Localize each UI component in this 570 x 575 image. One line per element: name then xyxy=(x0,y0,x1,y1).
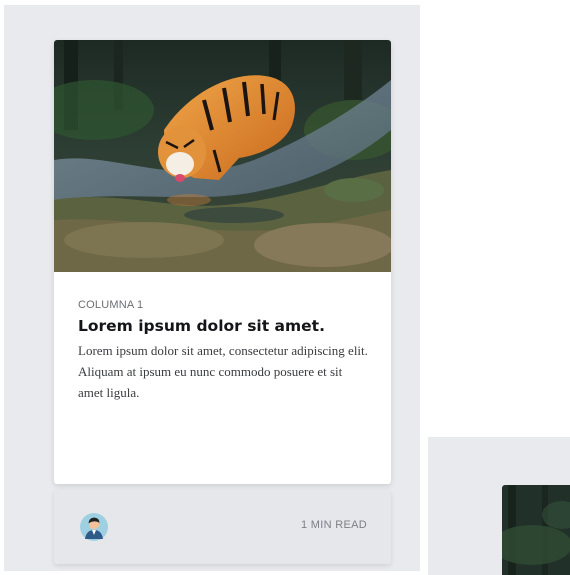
read-time: 1 MIN READ xyxy=(301,519,367,531)
card-image xyxy=(54,40,391,272)
article-card[interactable]: COLUMNA 1 Lorem ipsum dolor sit amet. Lo… xyxy=(54,40,391,484)
card-category: COLUMNA 1 xyxy=(78,299,144,311)
card-image-partial[interactable] xyxy=(502,485,570,575)
tiger-photo-icon xyxy=(502,485,570,575)
card-title[interactable]: Lorem ipsum dolor sit amet. xyxy=(78,317,369,335)
tiger-photo-icon xyxy=(54,40,391,272)
card-footer: 1 MIN READ xyxy=(54,490,391,564)
card-description: Lorem ipsum dolor sit amet, consectetur … xyxy=(78,343,368,400)
card-column-2 xyxy=(428,437,570,575)
card-column-1: COLUMNA 1 Lorem ipsum dolor sit amet. Lo… xyxy=(4,5,420,571)
card-body: COLUMNA 1 Lorem ipsum dolor sit amet. Lo… xyxy=(78,299,369,403)
user-avatar-icon[interactable] xyxy=(80,513,108,541)
